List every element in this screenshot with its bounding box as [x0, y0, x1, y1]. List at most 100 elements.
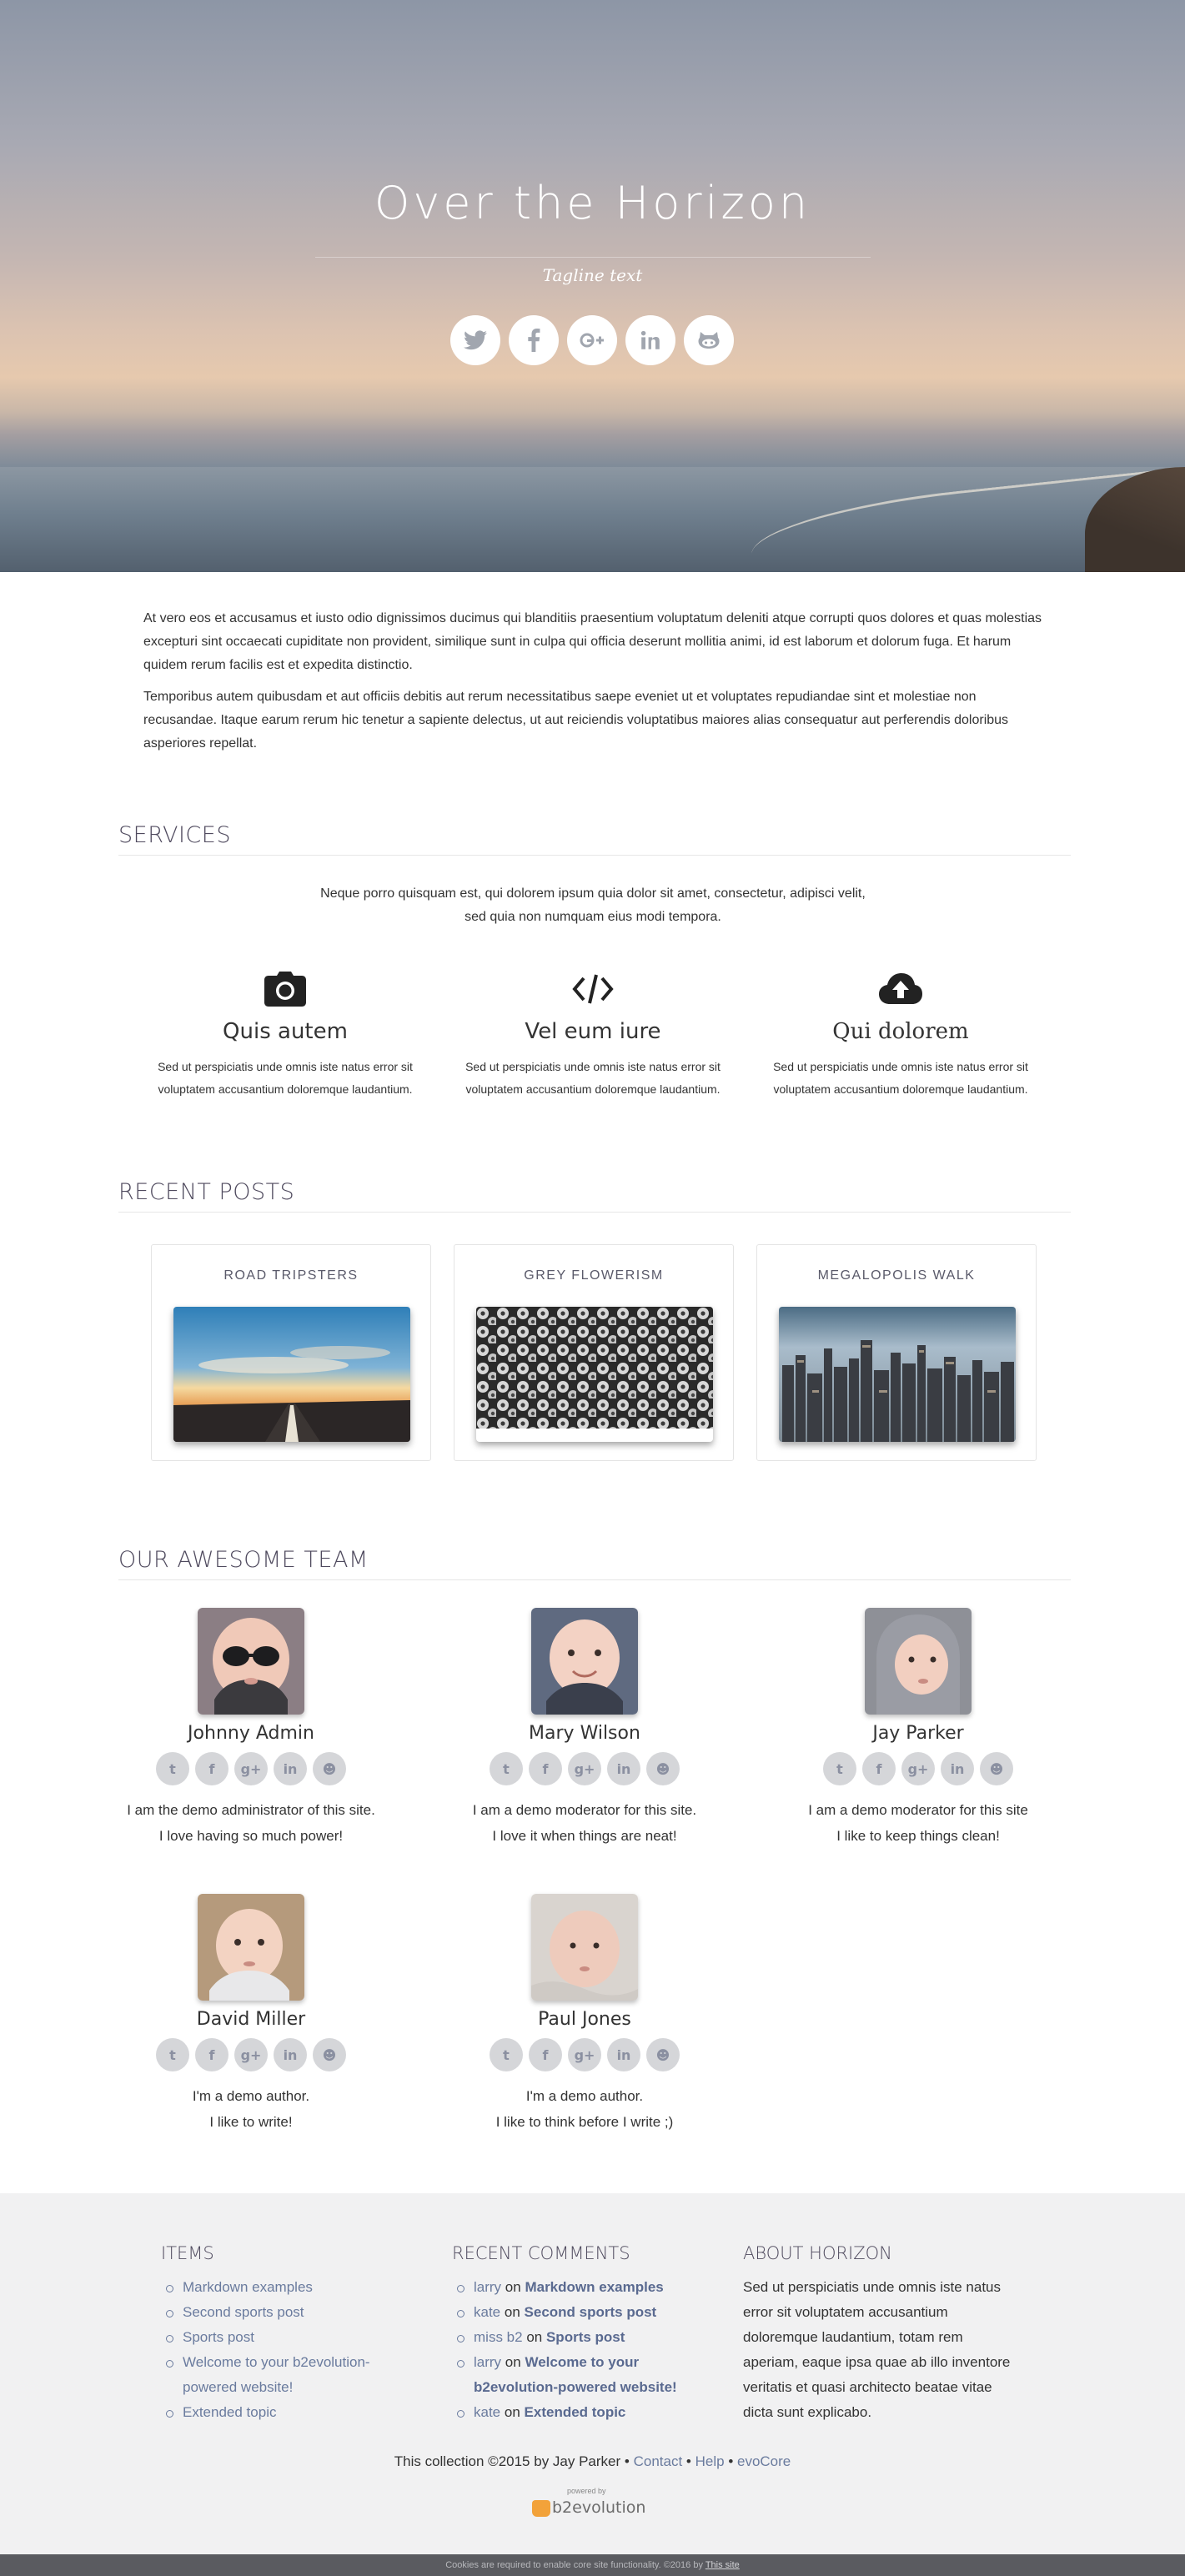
footer-about-column: ABOUT HORIZON Sed ut perspiciatis unde o… [743, 2243, 1018, 2425]
github-icon[interactable]: ☻ [646, 1752, 680, 1785]
footer-item-link[interactable]: Extended topic [161, 2400, 428, 2425]
comment-post-link[interactable]: Second sports post [525, 2304, 657, 2320]
recent-posts-header: RECENT POSTS [118, 1179, 1071, 1213]
facebook-icon[interactable]: f [529, 1752, 562, 1785]
b2evolution-logo-icon [532, 2500, 550, 2517]
linkedin-icon[interactable]: in [607, 1752, 640, 1785]
site-title[interactable]: Over the Horizon [0, 177, 1185, 229]
google-plus-icon[interactable]: g+ [568, 1752, 601, 1785]
github-icon[interactable] [684, 315, 734, 365]
post-card[interactable]: MEGALOPOLIS WALK [756, 1244, 1037, 1461]
github-icon[interactable]: ☻ [313, 1752, 346, 1785]
linkedin-icon[interactable]: in [274, 2038, 307, 2071]
facebook-icon[interactable]: f [195, 2038, 228, 2071]
services-heading: SERVICES [118, 822, 231, 848]
footer-item-link[interactable]: Second sports post [161, 2300, 428, 2325]
github-icon[interactable]: ☻ [646, 2038, 680, 2071]
hero-banner: Over the Horizon Tagline text [0, 0, 1185, 572]
post-card[interactable]: GREY FLOWERISM [454, 1244, 734, 1461]
comment-post-link[interactable]: Markdown examples [525, 2279, 663, 2295]
footer-separator: • [728, 2453, 734, 2469]
comment-author[interactable]: kate [474, 2404, 500, 2420]
member-social-links: t f g+ in ☻ [447, 1752, 722, 1785]
help-link[interactable]: Help [695, 2453, 725, 2469]
intro-paragraph-1: At vero eos et accusamus et iusto odio d… [143, 611, 1042, 672]
github-icon[interactable]: ☻ [980, 1752, 1013, 1785]
member-bio-line-1: I am a demo moderator for this site. [472, 1802, 697, 1818]
facebook-icon[interactable] [509, 315, 559, 365]
post-card[interactable]: ROAD TRIPSTERS [151, 1244, 431, 1461]
cookie-notice: Cookies are required to enable core site… [0, 2554, 1185, 2576]
comment-post-link[interactable]: Extended topic [525, 2404, 626, 2420]
footer-about-text: Sed ut perspiciatis unde omnis iste natu… [743, 2279, 1011, 2420]
team-member: David Miller t f g+ in ☻ I'm a demo auth… [113, 1894, 389, 2135]
footer-item-link[interactable]: Markdown examples [161, 2275, 428, 2300]
github-icon[interactable]: ☻ [313, 2038, 346, 2071]
post-image-road[interactable] [173, 1307, 410, 1442]
comment-item: larry on Welcome to your b2evolution-pow… [452, 2350, 694, 2400]
member-name[interactable]: Mary Wilson [447, 1723, 722, 1744]
google-plus-icon[interactable] [567, 315, 617, 365]
post-image-flowers[interactable] [476, 1307, 713, 1442]
twitter-icon[interactable] [450, 315, 500, 365]
member-bio: I'm a demo author. I like to think befor… [447, 2083, 722, 2135]
comment-post-link[interactable]: Welcome to your b2evolution-powered webs… [474, 2354, 677, 2395]
facebook-icon[interactable]: f [862, 1752, 896, 1785]
comment-author[interactable]: kate [474, 2304, 500, 2320]
google-plus-icon[interactable]: g+ [568, 2038, 601, 2071]
cookie-text: Cookies are required to enable core site… [445, 2560, 703, 2570]
facebook-icon[interactable]: f [195, 1752, 228, 1785]
member-bio: I'm a demo author. I like to write! [113, 2083, 389, 2135]
intro-text: At vero eos et accusamus et iusto odio d… [143, 607, 1044, 764]
footer-about-heading: ABOUT HORIZON [743, 2243, 892, 2263]
linkedin-icon[interactable]: in [941, 1752, 974, 1785]
linkedin-icon[interactable]: in [274, 1752, 307, 1785]
site-footer: ITEMS Markdown examples Second sports po… [0, 2193, 1185, 2554]
powered-by-badge[interactable]: powered by b2evolution [530, 2487, 655, 2520]
recent-posts-heading: RECENT POSTS [118, 1179, 295, 1205]
post-title[interactable]: GREY FLOWERISM [454, 1268, 733, 1283]
member-name[interactable]: Johnny Admin [113, 1723, 389, 1744]
member-name[interactable]: David Miller [113, 2009, 389, 2030]
footer-item-link[interactable]: Sports post [161, 2325, 428, 2350]
twitter-icon[interactable]: t [156, 2038, 189, 2071]
google-plus-icon[interactable]: g+ [901, 1752, 935, 1785]
twitter-icon[interactable]: t [490, 1752, 523, 1785]
cookie-link[interactable]: This site [705, 2560, 740, 2570]
avatar[interactable] [531, 1894, 638, 2001]
post-image-city[interactable] [779, 1307, 1016, 1442]
post-title[interactable]: MEGALOPOLIS WALK [757, 1268, 1036, 1283]
member-bio-line-2: I like to write! [209, 2114, 293, 2130]
member-bio-line-2: I like to think before I write ;) [495, 2114, 674, 2130]
evocore-link[interactable]: evoCore [737, 2453, 791, 2469]
comment-item: larry on Markdown examples [452, 2275, 719, 2300]
avatar[interactable] [865, 1608, 972, 1715]
comment-on: on [526, 2329, 543, 2345]
twitter-icon[interactable]: t [490, 2038, 523, 2071]
avatar[interactable] [198, 1608, 304, 1715]
google-plus-icon[interactable]: g+ [234, 2038, 268, 2071]
team-header: OUR AWESOME TEAM [118, 1547, 1071, 1580]
comment-post-link[interactable]: Sports post [546, 2329, 625, 2345]
comment-author[interactable]: larry [474, 2279, 501, 2295]
comment-item: kate on Second sports post [452, 2300, 719, 2325]
team-member: Paul Jones t f g+ in ☻ I'm a demo author… [447, 1894, 722, 2135]
linkedin-icon[interactable]: in [607, 2038, 640, 2071]
footer-item-link[interactable]: Welcome to your b2evolution-powered webs… [161, 2350, 386, 2400]
linkedin-icon[interactable] [625, 315, 675, 365]
contact-link[interactable]: Contact [634, 2453, 683, 2469]
facebook-icon[interactable]: f [529, 2038, 562, 2071]
avatar[interactable] [198, 1894, 304, 2001]
twitter-icon[interactable]: t [823, 1752, 856, 1785]
post-title[interactable]: ROAD TRIPSTERS [152, 1268, 430, 1283]
avatar[interactable] [531, 1608, 638, 1715]
member-name[interactable]: Jay Parker [781, 1723, 1056, 1744]
google-plus-icon[interactable]: g+ [234, 1752, 268, 1785]
hero-social-links [450, 315, 736, 369]
comment-author[interactable]: miss b2 [474, 2329, 523, 2345]
comment-author[interactable]: larry [474, 2354, 501, 2370]
comment-on: on [505, 2354, 521, 2370]
member-name[interactable]: Paul Jones [447, 2009, 722, 2030]
twitter-icon[interactable]: t [156, 1752, 189, 1785]
member-bio: I am the demo administrator of this site… [113, 1797, 389, 1849]
